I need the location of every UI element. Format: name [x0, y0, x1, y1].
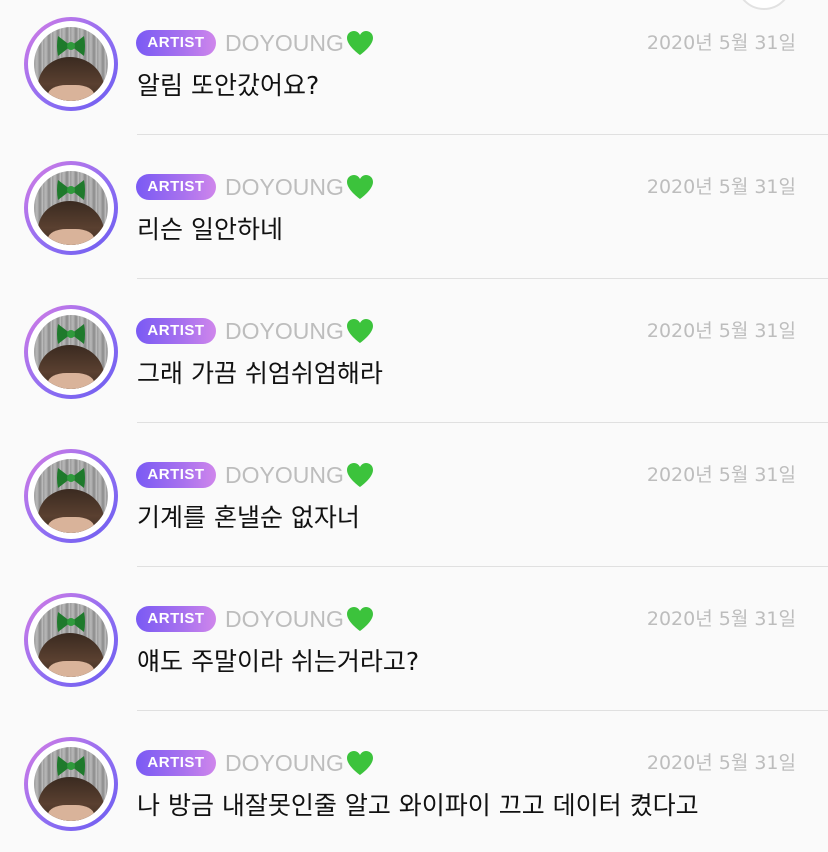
- avatar-photo: [34, 603, 108, 677]
- green-heart-icon: [346, 751, 373, 775]
- divider: [137, 422, 828, 423]
- green-heart-icon: [346, 463, 373, 487]
- message-item[interactable]: ARTIST DOYOUNG 2020년 5월 31일 나 방금 내잘못인줄 알…: [0, 720, 828, 852]
- author-name-label: DOYOUNG: [225, 462, 344, 488]
- avatar-border: [28, 21, 114, 107]
- message-text: 그래 가끔 쉬엄쉬엄해라: [137, 359, 383, 388]
- green-bow-icon: [57, 180, 85, 200]
- message-date: 2020년 5월 31일: [646, 608, 796, 630]
- avatar-photo: [34, 315, 108, 389]
- avatar-face: [48, 85, 94, 101]
- avatar[interactable]: [24, 449, 118, 543]
- artist-badge: ARTIST: [136, 318, 216, 344]
- avatar-border: [28, 453, 114, 539]
- green-bow-icon: [57, 612, 85, 632]
- artist-badge: ARTIST: [136, 750, 216, 776]
- message-text: 나 방금 내잘못인줄 알고 와이파이 끄고 데이터 켰다고: [137, 791, 699, 820]
- divider: [137, 278, 828, 279]
- author-name-label: DOYOUNG: [225, 30, 344, 56]
- author-name[interactable]: DOYOUNG: [225, 749, 375, 777]
- divider: [137, 710, 828, 711]
- avatar[interactable]: [24, 593, 118, 687]
- avatar[interactable]: [24, 17, 118, 111]
- avatar-photo: [34, 747, 108, 821]
- message-text: 리슨 일안하네: [137, 215, 283, 244]
- author-name-label: DOYOUNG: [225, 750, 344, 776]
- message-date: 2020년 5월 31일: [646, 464, 796, 486]
- green-bow-icon: [57, 36, 85, 56]
- message-date: 2020년 5월 31일: [646, 320, 796, 342]
- green-heart-icon: [346, 607, 373, 631]
- avatar-photo: [34, 171, 108, 245]
- avatar-photo: [34, 27, 108, 101]
- avatar-photo: [34, 459, 108, 533]
- message-item[interactable]: ARTIST DOYOUNG 2020년 5월 31일 얘도 주말이라 쉬는거라…: [0, 576, 828, 720]
- green-bow-icon: [57, 468, 85, 488]
- message-date: 2020년 5월 31일: [646, 752, 796, 774]
- author-name-label: DOYOUNG: [225, 174, 344, 200]
- green-heart-icon: [346, 31, 373, 55]
- artist-badge: ARTIST: [136, 174, 216, 200]
- message-text: 얘도 주말이라 쉬는거라고?: [137, 647, 420, 676]
- avatar-face: [48, 517, 94, 533]
- avatar-border: [28, 597, 114, 683]
- avatar[interactable]: [24, 737, 118, 831]
- avatar-border: [28, 165, 114, 251]
- avatar-face: [48, 373, 94, 389]
- green-heart-icon: [346, 175, 373, 199]
- message-item[interactable]: ARTIST DOYOUNG 2020년 5월 31일 그래 가끔 쉬엄쉬엄해라: [0, 288, 828, 432]
- divider: [137, 566, 828, 567]
- message-item[interactable]: ARTIST DOYOUNG 2020년 5월 31일 기계를 혼낼순 없자너: [0, 432, 828, 576]
- avatar-face: [48, 805, 94, 821]
- avatar[interactable]: [24, 305, 118, 399]
- message-date: 2020년 5월 31일: [646, 176, 796, 198]
- avatar[interactable]: [24, 161, 118, 255]
- divider: [137, 134, 828, 135]
- author-name[interactable]: DOYOUNG: [225, 605, 375, 633]
- author-name[interactable]: DOYOUNG: [225, 29, 375, 57]
- author-name[interactable]: DOYOUNG: [225, 173, 375, 201]
- message-date: 2020년 5월 31일: [646, 32, 796, 54]
- message-text: 기계를 혼낼순 없자너: [137, 503, 360, 532]
- green-heart-icon: [346, 319, 373, 343]
- green-bow-icon: [57, 756, 85, 776]
- author-name[interactable]: DOYOUNG: [225, 461, 375, 489]
- avatar-border: [28, 741, 114, 827]
- avatar-border: [28, 309, 114, 395]
- artist-badge: ARTIST: [136, 30, 216, 56]
- message-text: 알림 또안갔어요?: [137, 71, 320, 100]
- author-name-label: DOYOUNG: [225, 606, 344, 632]
- green-bow-icon: [57, 324, 85, 344]
- author-name[interactable]: DOYOUNG: [225, 317, 375, 345]
- artist-badge: ARTIST: [136, 606, 216, 632]
- author-name-label: DOYOUNG: [225, 318, 344, 344]
- avatar-face: [48, 661, 94, 677]
- message-item[interactable]: ARTIST DOYOUNG 2020년 5월 31일 알림 또안갔어요?: [0, 0, 828, 144]
- artist-badge: ARTIST: [136, 462, 216, 488]
- avatar-face: [48, 229, 94, 245]
- message-feed: ARTIST DOYOUNG 2020년 5월 31일 알림 또안갔어요? AR…: [0, 0, 828, 852]
- message-item[interactable]: ARTIST DOYOUNG 2020년 5월 31일 리슨 일안하네: [0, 144, 828, 288]
